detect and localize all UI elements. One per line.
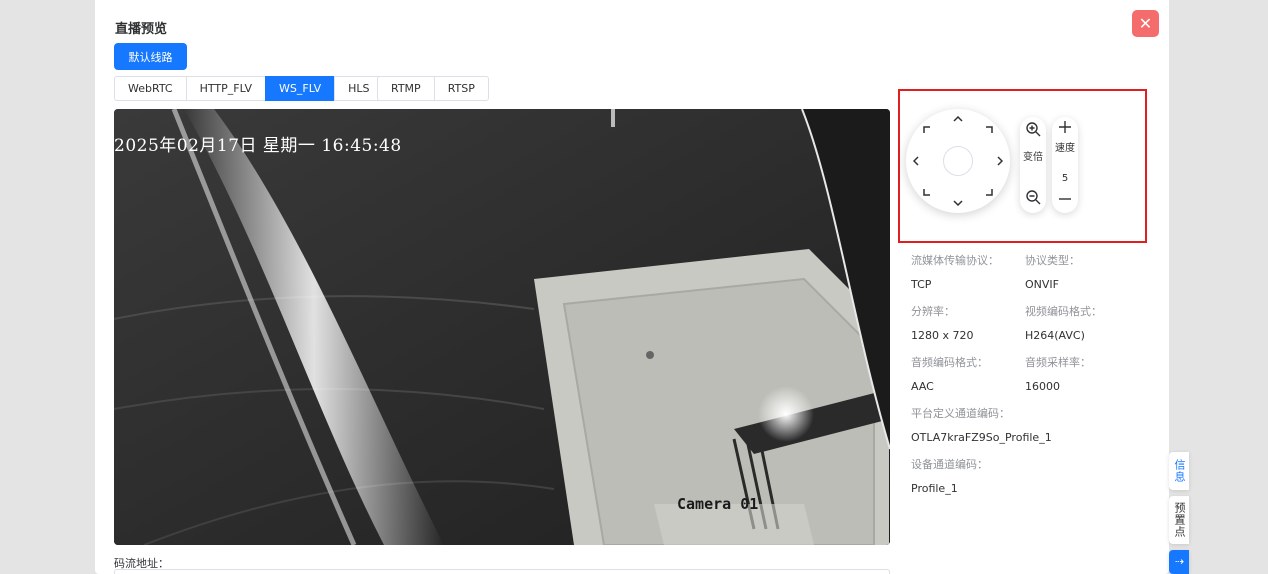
minus-icon[interactable] xyxy=(1057,191,1073,207)
device-channel-label: 设备通道编码： xyxy=(911,458,988,471)
protocol-type-value: ONVIF xyxy=(1025,278,1059,291)
tab-webrtc[interactable]: WebRTC xyxy=(114,76,187,101)
corner-up-left-icon xyxy=(923,126,930,133)
video-codec-value: H264(AVC) xyxy=(1025,329,1085,342)
chevron-up-icon xyxy=(953,116,963,122)
chevron-down-icon xyxy=(953,200,963,206)
ptz-center-button[interactable] xyxy=(943,146,973,176)
tab-rtmp[interactable]: RTMP xyxy=(377,76,435,101)
default-route-button[interactable]: 默认线路 xyxy=(114,43,187,70)
audio-rate-value: 16000 xyxy=(1025,380,1060,393)
corner-up-right-icon xyxy=(986,126,993,133)
device-channel-value: Profile_1 xyxy=(911,482,958,495)
platform-channel-value: OTLA7kraFZ9So_Profile_1 xyxy=(911,431,1052,444)
ptz-down-right-button[interactable] xyxy=(982,185,996,199)
zoom-in-icon[interactable] xyxy=(1025,121,1041,137)
speed-label: 速度 xyxy=(1055,143,1075,154)
zoom-label: 变倍 xyxy=(1023,152,1043,163)
protocol-tab-group-2: RTMP RTSP xyxy=(377,76,489,101)
speed-control: 速度 5 xyxy=(1052,117,1078,213)
side-tab-info[interactable]: 信息 xyxy=(1169,452,1189,490)
zoom-out-icon[interactable] xyxy=(1025,189,1041,205)
ptz-direction-pad xyxy=(906,109,1010,213)
camera-feed-image xyxy=(114,109,890,545)
transport-value: TCP xyxy=(911,278,932,291)
ptz-up-button[interactable] xyxy=(951,112,965,126)
dialog-title: 直播预览 xyxy=(115,22,168,37)
side-tab-presets[interactable]: 预置点 xyxy=(1169,496,1189,544)
platform-channel-label: 平台定义通道编码： xyxy=(911,407,1010,420)
ptz-up-right-button[interactable] xyxy=(982,123,996,137)
chevron-right-icon xyxy=(997,156,1003,166)
video-timestamp-overlay: 2025年02月17日 星期一 16:45:48 xyxy=(114,136,402,156)
close-button[interactable]: ✕ xyxy=(1132,10,1159,37)
tab-rtsp[interactable]: RTSP xyxy=(433,76,489,101)
video-player[interactable]: 2025年02月17日 星期一 16:45:48 Camera 01 xyxy=(114,109,890,545)
resolution-value: 1280 x 720 xyxy=(911,329,974,342)
video-codec-label: 视频编码格式： xyxy=(1025,305,1102,318)
audio-codec-label: 音频编码格式： xyxy=(911,356,988,369)
arrow-up-icon: ⇡ xyxy=(1172,556,1186,568)
close-icon: ✕ xyxy=(1138,14,1153,33)
resolution-label: 分辨率： xyxy=(911,305,955,318)
protocol-type-label: 协议类型： xyxy=(1025,254,1080,267)
ptz-control-panel: 变倍 速度 5 xyxy=(898,89,1147,243)
protocol-tab-group-1: WebRTC HTTP_FLV WS_FLV HLS xyxy=(114,76,384,101)
audio-codec-value: AAC xyxy=(911,380,934,393)
stream-address-field[interactable] xyxy=(114,569,890,574)
tab-http-flv[interactable]: HTTP_FLV xyxy=(185,76,267,101)
tab-ws-flv[interactable]: WS_FLV xyxy=(265,76,336,101)
audio-rate-label: 音频采样率： xyxy=(1025,356,1091,369)
camera-name-overlay: Camera 01 xyxy=(677,495,759,513)
zoom-control: 变倍 xyxy=(1020,117,1046,213)
ptz-down-button[interactable] xyxy=(951,196,965,210)
ptz-right-button[interactable] xyxy=(993,154,1007,168)
ptz-left-button[interactable] xyxy=(909,154,923,168)
live-preview-dialog: 直播预览 ✕ 默认线路 WebRTC HTTP_FLV WS_FLV HLS R… xyxy=(95,0,1169,574)
transport-label: 流媒体传输协议： xyxy=(911,254,999,267)
ptz-up-left-button[interactable] xyxy=(920,123,934,137)
speed-value: 5 xyxy=(1061,173,1069,184)
page-scrollbar[interactable] xyxy=(1260,0,1268,574)
ptz-down-left-button[interactable] xyxy=(920,185,934,199)
side-tab-top[interactable]: ⇡ xyxy=(1169,550,1189,574)
plus-icon[interactable] xyxy=(1057,119,1073,135)
corner-down-right-icon xyxy=(986,189,993,196)
corner-down-left-icon xyxy=(923,189,930,196)
chevron-left-icon xyxy=(913,156,919,166)
